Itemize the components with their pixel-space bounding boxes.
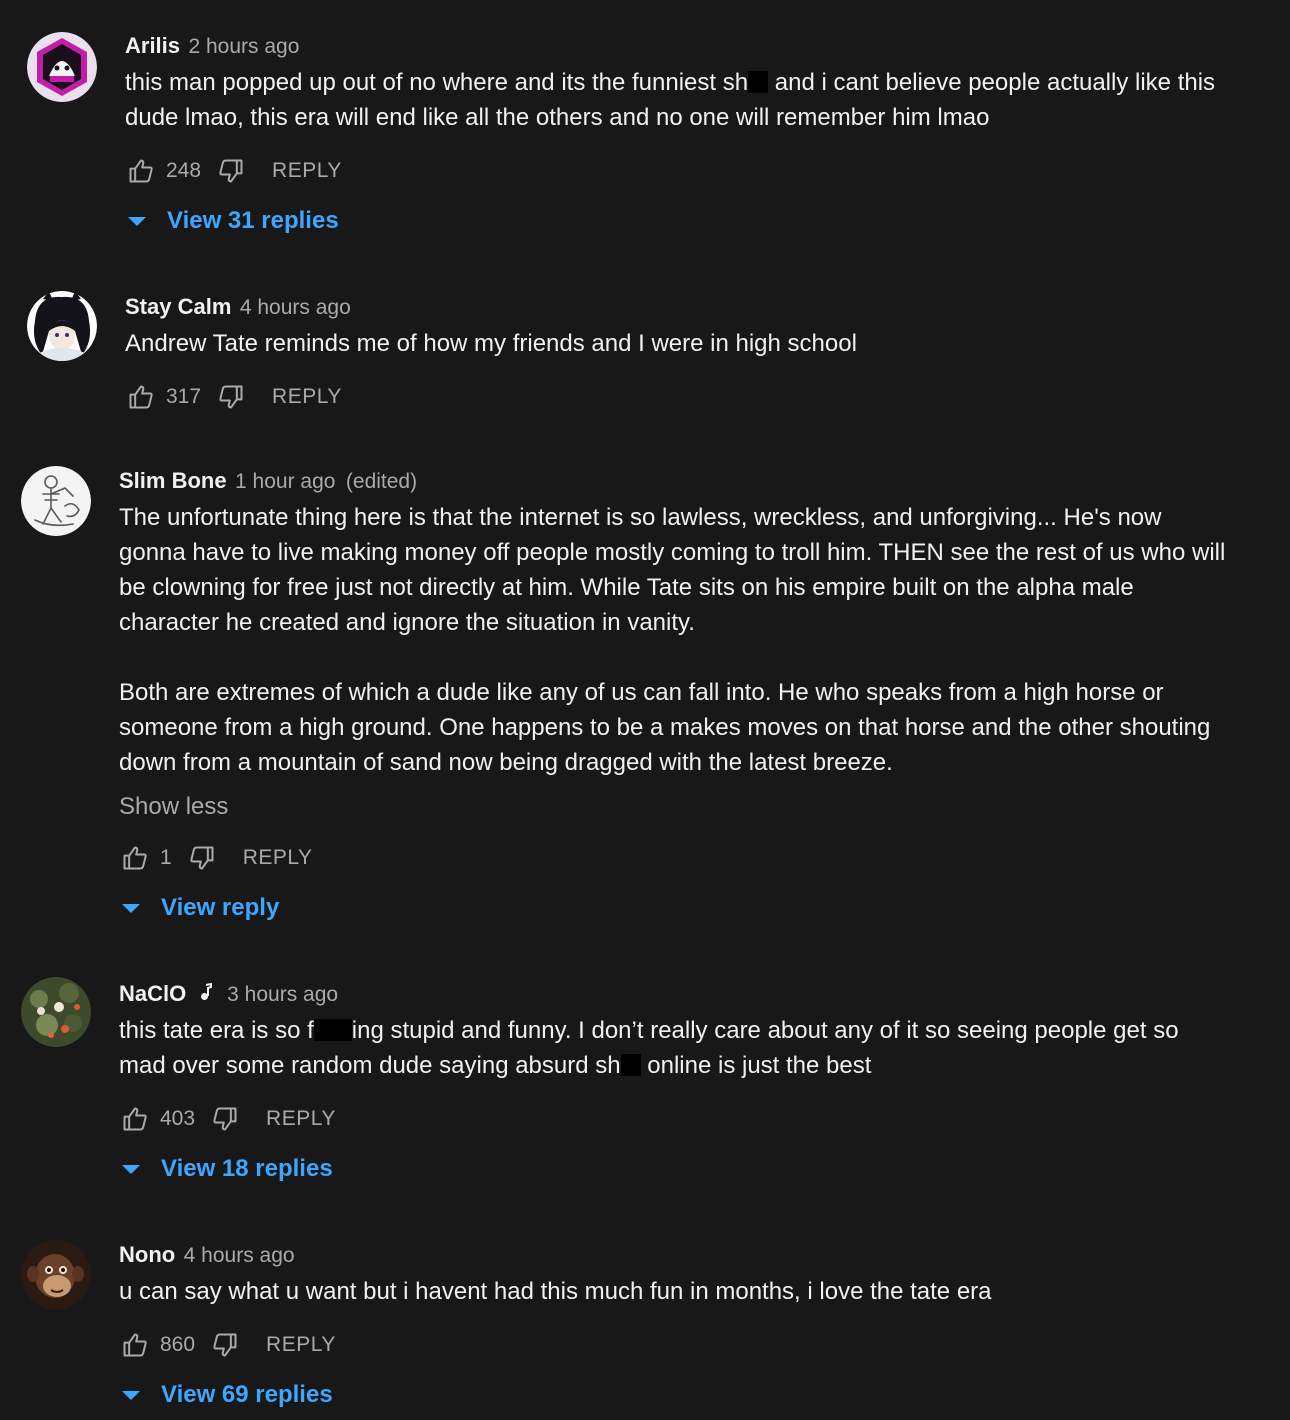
edited-label: (edited)	[345, 470, 418, 493]
author-name[interactable]: NaClO	[119, 981, 186, 1006]
view-replies-button[interactable]: View reply	[119, 888, 1230, 928]
comment-text: this tate era is so f ing stupid and funn…	[119, 1013, 1230, 1083]
comment-header: NaClO 3 hours ago	[119, 978, 1230, 1010]
thumbs-down-icon[interactable]	[209, 1329, 241, 1361]
view-replies-label: View reply	[161, 894, 280, 921]
show-less-button[interactable]: Show less	[119, 790, 1230, 824]
thumbs-down-icon[interactable]	[186, 842, 218, 874]
like-count: 317	[166, 385, 202, 408]
comment-text-part: this man popped up out of no where and i…	[125, 69, 749, 96]
view-replies-button[interactable]: View 31 replies	[125, 201, 1230, 241]
like-count: 403	[160, 1107, 196, 1130]
reply-button[interactable]: REPLY	[266, 1333, 336, 1357]
thumbs-down-icon[interactable]	[215, 155, 247, 187]
avatar[interactable]	[21, 1240, 91, 1310]
view-replies-label: View 31 replies	[167, 207, 339, 234]
comment-text: u can say what u want but i havent had t…	[119, 1278, 992, 1305]
comment-text-part: this tate era is so f	[119, 1017, 314, 1044]
like-count: 860	[160, 1333, 196, 1356]
comment-actions: 860 REPLY	[119, 1325, 1230, 1365]
comment-actions: 317 REPLY	[125, 377, 1230, 417]
author-name[interactable]: Nono	[119, 1242, 175, 1267]
comment-header: Arilis 2 hours ago	[125, 30, 1230, 62]
author-name[interactable]: Stay Calm	[125, 294, 231, 319]
view-replies-button[interactable]: View 69 replies	[119, 1375, 1230, 1415]
comment-text: The unfortunate thing here is that the i…	[119, 500, 1230, 780]
comment-time[interactable]: 3 hours ago	[227, 983, 338, 1006]
author-name[interactable]: Slim Bone	[119, 468, 227, 493]
comment-text-part: online is just the best	[640, 1052, 872, 1079]
comment-body: Arilis 2 hours ago this man popped up ou…	[125, 30, 1230, 241]
comment-text: Andrew Tate reminds me of how my friends…	[125, 330, 857, 357]
thumbs-up-icon[interactable]	[119, 1329, 151, 1361]
caret-down-icon	[122, 1390, 140, 1400]
comment-header: Slim Bone 1 hour ago (edited)	[119, 465, 1230, 497]
comment-body: Nono 4 hours ago u can say what u want b…	[119, 1239, 1230, 1415]
comment-time[interactable]: 1 hour ago	[235, 470, 335, 493]
comment-body: Slim Bone 1 hour ago (edited) The unfort…	[119, 465, 1230, 928]
thumbs-up-icon[interactable]	[119, 1103, 151, 1135]
thumbs-up-icon[interactable]	[125, 381, 157, 413]
censor-bar	[313, 1019, 352, 1041]
avatar[interactable]	[21, 977, 91, 1047]
caret-down-icon	[122, 903, 140, 913]
comment-actions: 1 REPLY	[119, 838, 1230, 878]
view-replies-label: View 18 replies	[161, 1155, 333, 1182]
comment-time[interactable]: 2 hours ago	[188, 35, 299, 58]
like-count: 248	[166, 159, 202, 182]
avatar[interactable]	[27, 291, 97, 361]
reply-button[interactable]: REPLY	[272, 159, 342, 183]
like-count: 1	[160, 846, 172, 869]
comment-actions: 248 REPLY	[125, 151, 1230, 191]
music-note-icon	[199, 981, 213, 1013]
thumbs-up-icon[interactable]	[119, 842, 151, 874]
author-name[interactable]: Arilis	[125, 33, 180, 58]
comment-body: NaClO 3 hours ago this tate era is so fi…	[119, 978, 1230, 1189]
reply-button[interactable]: REPLY	[272, 385, 342, 409]
thumbs-down-icon[interactable]	[215, 381, 247, 413]
comment-actions: 403 REPLY	[119, 1099, 1230, 1139]
comment-text: this man popped up out of no where and i…	[125, 65, 1230, 135]
comment-header: Stay Calm 4 hours ago	[125, 291, 1230, 323]
avatar[interactable]	[27, 32, 97, 102]
avatar[interactable]	[21, 466, 91, 536]
comment-paragraph: Both are extremes of which a dude like a…	[119, 679, 1211, 776]
view-replies-label: View 69 replies	[161, 1381, 333, 1408]
comment-paragraph: The unfortunate thing here is that the i…	[119, 504, 1226, 636]
reply-button[interactable]: REPLY	[243, 846, 313, 870]
comment-time[interactable]: 4 hours ago	[184, 1244, 295, 1267]
censor-bar	[748, 71, 769, 93]
comment-time[interactable]: 4 hours ago	[240, 296, 351, 319]
caret-down-icon	[128, 216, 146, 226]
view-replies-button[interactable]: View 18 replies	[119, 1149, 1230, 1189]
thumbs-up-icon[interactable]	[125, 155, 157, 187]
censor-bar	[620, 1054, 641, 1076]
reply-button[interactable]: REPLY	[266, 1107, 336, 1131]
comment-header: Nono 4 hours ago	[119, 1239, 1230, 1271]
thumbs-down-icon[interactable]	[209, 1103, 241, 1135]
caret-down-icon	[122, 1164, 140, 1174]
comment-body: Stay Calm 4 hours ago Andrew Tate remind…	[125, 291, 1230, 417]
